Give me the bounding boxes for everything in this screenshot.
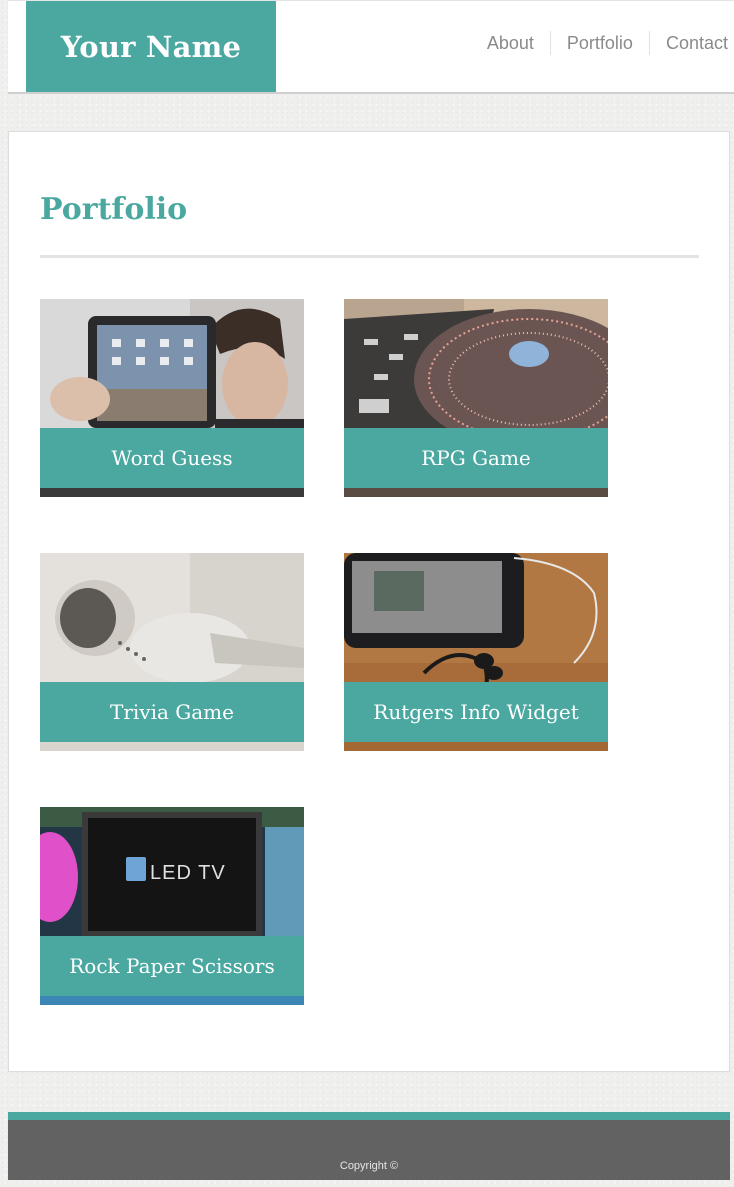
portfolio-item-caption: Word Guess: [40, 428, 304, 488]
page-title: Portfolio: [40, 192, 188, 227]
portfolio-panel: Portfolio Word Guess RPG Game Trivia Gam…: [8, 131, 730, 1072]
svg-text:LED TV: LED TV: [150, 862, 226, 884]
nav-link-portfolio[interactable]: Portfolio: [549, 31, 649, 55]
footer-accent-bar: [8, 1112, 730, 1120]
nav-link-contact[interactable]: Contact: [648, 31, 734, 55]
title-divider: [40, 255, 699, 258]
portfolio-item-rpg-game[interactable]: RPG Game: [344, 299, 608, 497]
site-footer: Copyright ©: [8, 1120, 730, 1180]
portfolio-item-rock-paper-scissors[interactable]: LED TV Rock Paper Scissors: [40, 807, 304, 1005]
portfolio-item-caption: Trivia Game: [40, 682, 304, 742]
portfolio-item-caption: Rock Paper Scissors: [40, 936, 304, 996]
main-nav: About Portfolio Contact: [471, 31, 734, 55]
portfolio-item-trivia-game[interactable]: Trivia Game: [40, 553, 304, 751]
site-header: Your Name About Portfolio Contact: [8, 0, 734, 94]
portfolio-item-rutgers-info-widget[interactable]: Rutgers Info Widget: [344, 553, 608, 751]
portfolio-item-word-guess[interactable]: Word Guess: [40, 299, 304, 497]
portfolio-item-caption: Rutgers Info Widget: [344, 682, 608, 742]
copyright-text: Copyright ©: [339, 1160, 399, 1172]
nav-link-about[interactable]: About: [471, 31, 550, 55]
portfolio-item-caption: RPG Game: [344, 428, 608, 488]
brand-logo[interactable]: Your Name: [26, 1, 276, 92]
